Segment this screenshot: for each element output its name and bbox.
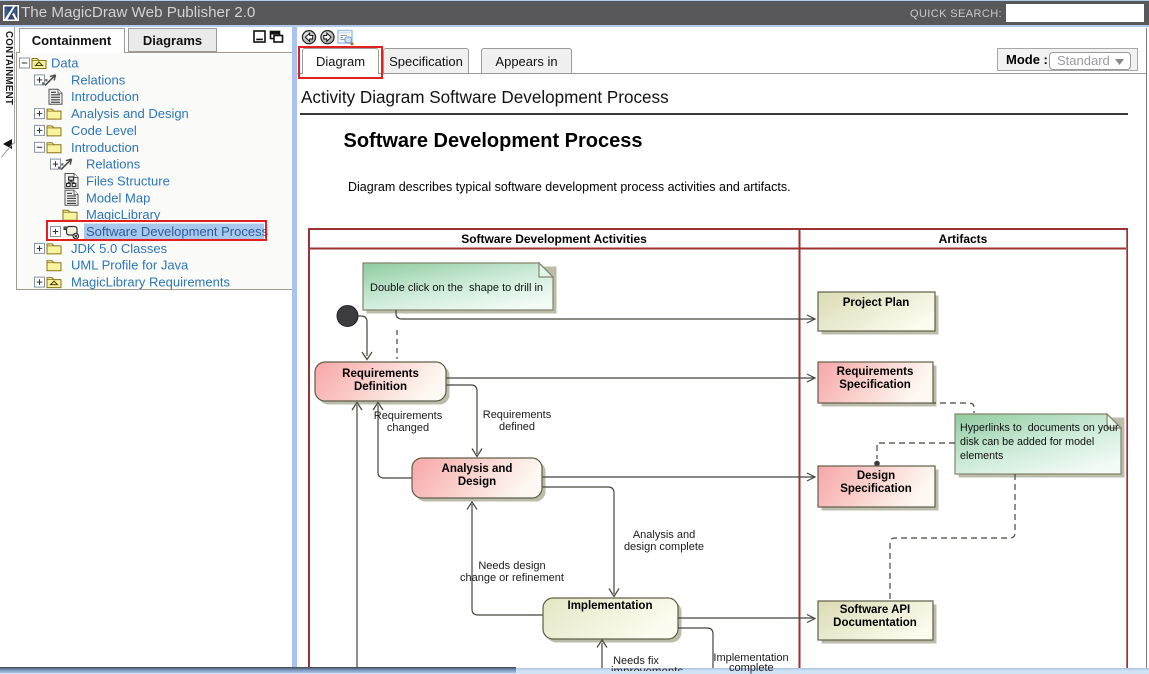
svg-text:JDK 5.0 Classes: JDK 5.0 Classes: [71, 241, 168, 256]
svg-text:Software API: Software API: [840, 604, 911, 616]
svg-text:defined: defined: [499, 421, 535, 433]
svg-text:Specification: Specification: [839, 379, 911, 391]
svg-text:Needs design: Needs design: [478, 560, 545, 572]
svg-text:Requirements: Requirements: [483, 409, 552, 421]
svg-text:Introduction: Introduction: [71, 140, 139, 155]
svg-text:elements: elements: [960, 450, 1003, 462]
svg-text:Files Structure: Files Structure: [86, 174, 170, 189]
svg-text:Design: Design: [458, 476, 496, 488]
svg-text:change or refinement: change or refinement: [460, 572, 564, 584]
svg-text:design complete: design complete: [624, 541, 704, 553]
svg-text:Design: Design: [857, 470, 895, 482]
svg-text:Data: Data: [51, 56, 79, 71]
svg-text:changed: changed: [387, 422, 429, 434]
svg-text:Definition: Definition: [354, 381, 407, 393]
svg-text:Analysis and Design: Analysis and Design: [71, 106, 189, 121]
svg-text:Code Level: Code Level: [71, 123, 137, 138]
svg-text:Specification: Specification: [840, 483, 912, 495]
svg-text:Introduction: Introduction: [71, 89, 139, 104]
svg-text:Requirements: Requirements: [342, 368, 419, 380]
svg-text:Hyperlinks to documents on yo: Hyperlinks to documents on your: [960, 422, 1119, 434]
svg-text:Implementation: Implementation: [568, 600, 653, 612]
svg-text:Requirements: Requirements: [837, 366, 914, 378]
svg-text:Relations: Relations: [86, 157, 141, 172]
svg-text:Documentation: Documentation: [833, 617, 917, 629]
svg-text:UML Profile for Java: UML Profile for Java: [71, 258, 189, 273]
svg-text:Software Development Activitie: Software Development Activities: [461, 232, 647, 246]
svg-text:MagicLibrary Requirements: MagicLibrary Requirements: [71, 275, 230, 290]
svg-text:Analysis and: Analysis and: [633, 529, 695, 541]
svg-text:Model Map: Model Map: [86, 190, 150, 205]
svg-text:Artifacts: Artifacts: [939, 232, 988, 246]
svg-text:Double click on the shape to: Double click on the shape to drill in: [370, 282, 543, 294]
svg-text:Requirements: Requirements: [374, 410, 443, 422]
svg-text:disk can be added for model: disk can be added for model: [960, 436, 1094, 448]
svg-text:Project Plan: Project Plan: [843, 297, 909, 309]
svg-text:Analysis and: Analysis and: [442, 463, 513, 475]
svg-text:Relations: Relations: [71, 72, 126, 87]
